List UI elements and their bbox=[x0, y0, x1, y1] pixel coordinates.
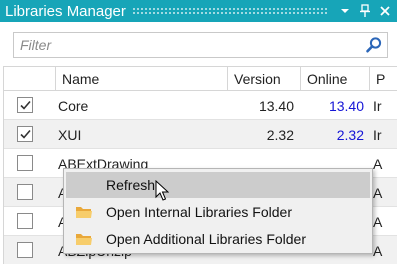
cell-version: 13.40 bbox=[258, 97, 294, 114]
row-checkbox[interactable] bbox=[17, 126, 33, 142]
cell-version: 2.32 bbox=[266, 126, 294, 143]
header-online[interactable]: Online bbox=[301, 67, 370, 91]
menu-item-label: Refresh bbox=[106, 177, 156, 193]
context-menu: Refresh Open Internal Libraries Folder O… bbox=[63, 168, 373, 254]
caret-down-icon bbox=[341, 9, 349, 13]
folder-icon bbox=[76, 207, 92, 218]
cell-p: A bbox=[373, 213, 383, 230]
title-bar: Libraries Manager bbox=[0, 0, 397, 22]
header-online-label: Online bbox=[307, 70, 348, 87]
header-version-label: Version bbox=[234, 70, 281, 87]
table-row[interactable]: XUI 2.32 2.32 Ir bbox=[4, 120, 397, 149]
table-row[interactable]: Core 13.40 13.40 Ir bbox=[4, 91, 397, 120]
header-p-label: P bbox=[376, 70, 386, 87]
cell-p: A bbox=[373, 155, 383, 172]
checkmark-icon bbox=[20, 129, 31, 139]
header-name-label: Name bbox=[62, 70, 100, 87]
cell-name: XUI bbox=[58, 126, 82, 143]
filter-input[interactable] bbox=[14, 33, 354, 57]
row-checkbox[interactable] bbox=[17, 155, 33, 171]
pin-icon bbox=[360, 4, 370, 17]
menu-item-label: Open Additional Libraries Folder bbox=[106, 231, 307, 247]
header-version[interactable]: Version bbox=[228, 67, 301, 91]
cell-name: Core bbox=[58, 97, 89, 114]
row-checkbox[interactable] bbox=[17, 242, 33, 258]
menu-item-open-additional-folder[interactable]: Open Additional Libraries Folder bbox=[66, 226, 370, 252]
pin-button[interactable] bbox=[357, 3, 373, 19]
header-name[interactable]: Name bbox=[56, 67, 228, 91]
menu-item-open-internal-folder[interactable]: Open Internal Libraries Folder bbox=[66, 199, 370, 225]
close-button[interactable] bbox=[377, 3, 393, 19]
header-checkbox-column[interactable] bbox=[4, 67, 56, 91]
menu-item-refresh[interactable]: Refresh bbox=[66, 172, 370, 198]
filter-box bbox=[13, 32, 388, 58]
dropdown-menu-button[interactable] bbox=[337, 3, 353, 19]
cell-p: Ir bbox=[373, 126, 382, 143]
cell-p: Ir bbox=[373, 97, 382, 114]
cell-online: 13.40 bbox=[328, 97, 364, 114]
search-button[interactable] bbox=[365, 36, 383, 54]
window-title: Libraries Manager bbox=[5, 2, 126, 20]
cell-online: 2.32 bbox=[336, 126, 364, 143]
folder-icon bbox=[76, 234, 92, 245]
search-icon bbox=[366, 37, 382, 53]
checkmark-icon bbox=[20, 100, 31, 110]
row-checkbox[interactable] bbox=[17, 213, 33, 229]
row-checkbox[interactable] bbox=[17, 97, 33, 113]
cell-p: A bbox=[373, 242, 383, 259]
row-checkbox[interactable] bbox=[17, 184, 33, 200]
drag-grip[interactable] bbox=[131, 7, 329, 15]
close-icon bbox=[380, 6, 390, 16]
header-p[interactable]: P bbox=[370, 67, 397, 91]
cell-p: A bbox=[373, 184, 383, 201]
menu-item-label: Open Internal Libraries Folder bbox=[106, 204, 292, 220]
